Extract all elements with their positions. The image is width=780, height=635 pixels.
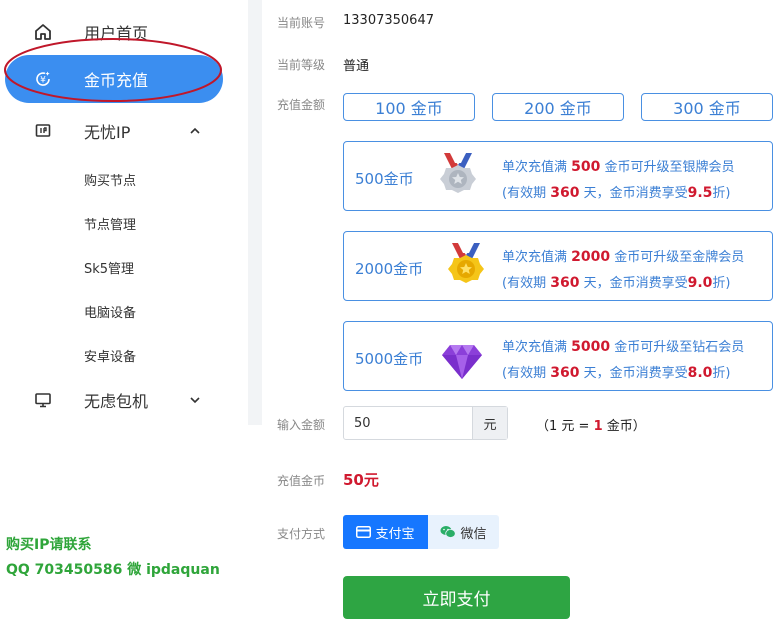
exchange-rate: （1 元 = 1 金币） xyxy=(536,419,646,434)
card-icon xyxy=(356,526,372,538)
gold-medal-icon xyxy=(448,243,484,283)
pay-now-button[interactable]: 立即支付 xyxy=(343,576,570,619)
chevron-up-icon xyxy=(190,127,200,134)
svg-text:¥: ¥ xyxy=(40,76,46,86)
package-desc-line1: 单次充值满 2000 金币可升级至金牌会员 xyxy=(502,249,745,265)
amount-option-200[interactable]: 200 金币 xyxy=(492,93,624,121)
monitor-icon xyxy=(34,391,52,409)
sidebar: 用户首页 ¥ 金币充值 无忧IP 购买节点 节点管理 Sk5管理 电脑设备 安卓… xyxy=(0,0,248,425)
silver-medal-icon xyxy=(440,153,476,193)
sidebar-item-worry-free-ip[interactable]: 无忧IP xyxy=(0,117,230,145)
alipay-button[interactable]: 支付宝 xyxy=(343,515,428,549)
sidebar-item-label: 用户首页 xyxy=(84,24,149,43)
ip-card-icon xyxy=(34,122,52,140)
amount-option-100[interactable]: 100 金币 xyxy=(343,93,475,121)
wechat-label: 微信 xyxy=(460,526,487,542)
account-value: 13307350647 xyxy=(343,13,434,28)
sidebar-subitem-node-manage[interactable]: 节点管理 xyxy=(84,214,136,233)
level-value: 普通 xyxy=(343,59,370,74)
amount-label: 充值金额 xyxy=(277,98,326,112)
recharge-coins-value: 50元 xyxy=(343,471,379,489)
currency-unit: 元 xyxy=(472,407,507,439)
chevron-down-icon xyxy=(190,397,200,404)
diamond-icon xyxy=(442,345,482,379)
package-amount: 500金币 xyxy=(355,170,414,188)
package-desc-line2: (有效期 360 天，金币消费享受8.0折) xyxy=(502,365,731,381)
package-desc-line2: (有效期 360 天，金币消费享受9.5折) xyxy=(502,185,731,201)
sidebar-item-label: 无忧IP xyxy=(84,123,131,142)
wechat-button[interactable]: 微信 xyxy=(428,515,499,549)
alipay-label: 支付宝 xyxy=(375,526,415,542)
wechat-icon xyxy=(440,526,457,538)
sidebar-subitem-android-devices[interactable]: 安卓设备 xyxy=(84,346,136,365)
contact-line-2: QQ 703450586 微 ipdaquan xyxy=(6,562,220,578)
sidebar-item-label: 金币充值 xyxy=(84,71,149,90)
sidebar-subitem-pc-devices[interactable]: 电脑设备 xyxy=(84,302,136,321)
sidebar-divider xyxy=(248,0,262,425)
payment-method-label: 支付方式 xyxy=(277,527,326,541)
sidebar-item-dedicated-machine[interactable]: 无虑包机 xyxy=(0,386,230,414)
contact-line-1: 购买IP请联系 xyxy=(6,537,92,553)
package-amount: 5000金币 xyxy=(355,350,424,368)
package-amount: 2000金币 xyxy=(355,260,424,278)
package-desc-line1: 单次充值满 500 金币可升级至银牌会员 xyxy=(502,159,735,175)
input-amount-label: 输入金额 xyxy=(277,418,326,432)
amount-input[interactable] xyxy=(344,407,472,439)
home-icon xyxy=(34,23,52,41)
sidebar-item-label: 无虑包机 xyxy=(84,392,149,411)
package-desc-line2: (有效期 360 天，金币消费享受9.0折) xyxy=(502,275,731,291)
level-label: 当前等级 xyxy=(277,58,326,72)
recharge-coins-label: 充值金币 xyxy=(277,474,326,488)
amount-input-group: 元 xyxy=(343,406,508,440)
account-label: 当前账号 xyxy=(277,16,326,30)
amount-option-300[interactable]: 300 金币 xyxy=(641,93,773,121)
sidebar-subitem-buy-node[interactable]: 购买节点 xyxy=(84,170,136,189)
package-500[interactable]: 500金币 单次充值满 500 金币可升级至银牌会员 (有效期 360 天，金币… xyxy=(343,141,773,211)
sidebar-subitem-sk5-manage[interactable]: Sk5管理 xyxy=(84,258,134,277)
coin-recharge-icon: ¥ xyxy=(34,70,52,88)
recharge-page: 用户首页 ¥ 金币充值 无忧IP 购买节点 节点管理 Sk5管理 电脑设备 安卓… xyxy=(0,0,780,635)
sidebar-item-recharge[interactable]: ¥ 金币充值 xyxy=(5,55,223,103)
sidebar-item-home[interactable]: 用户首页 xyxy=(0,18,230,46)
package-5000[interactable]: 5000金币 单次充值满 5000 金币可升级至钻石会员 (有效期 360 天，… xyxy=(343,321,773,391)
package-desc-line1: 单次充值满 5000 金币可升级至钻石会员 xyxy=(502,339,745,355)
package-2000[interactable]: 2000金币 单次充值满 2000 金币可升级至金牌会员 (有效期 360 天，… xyxy=(343,231,773,301)
